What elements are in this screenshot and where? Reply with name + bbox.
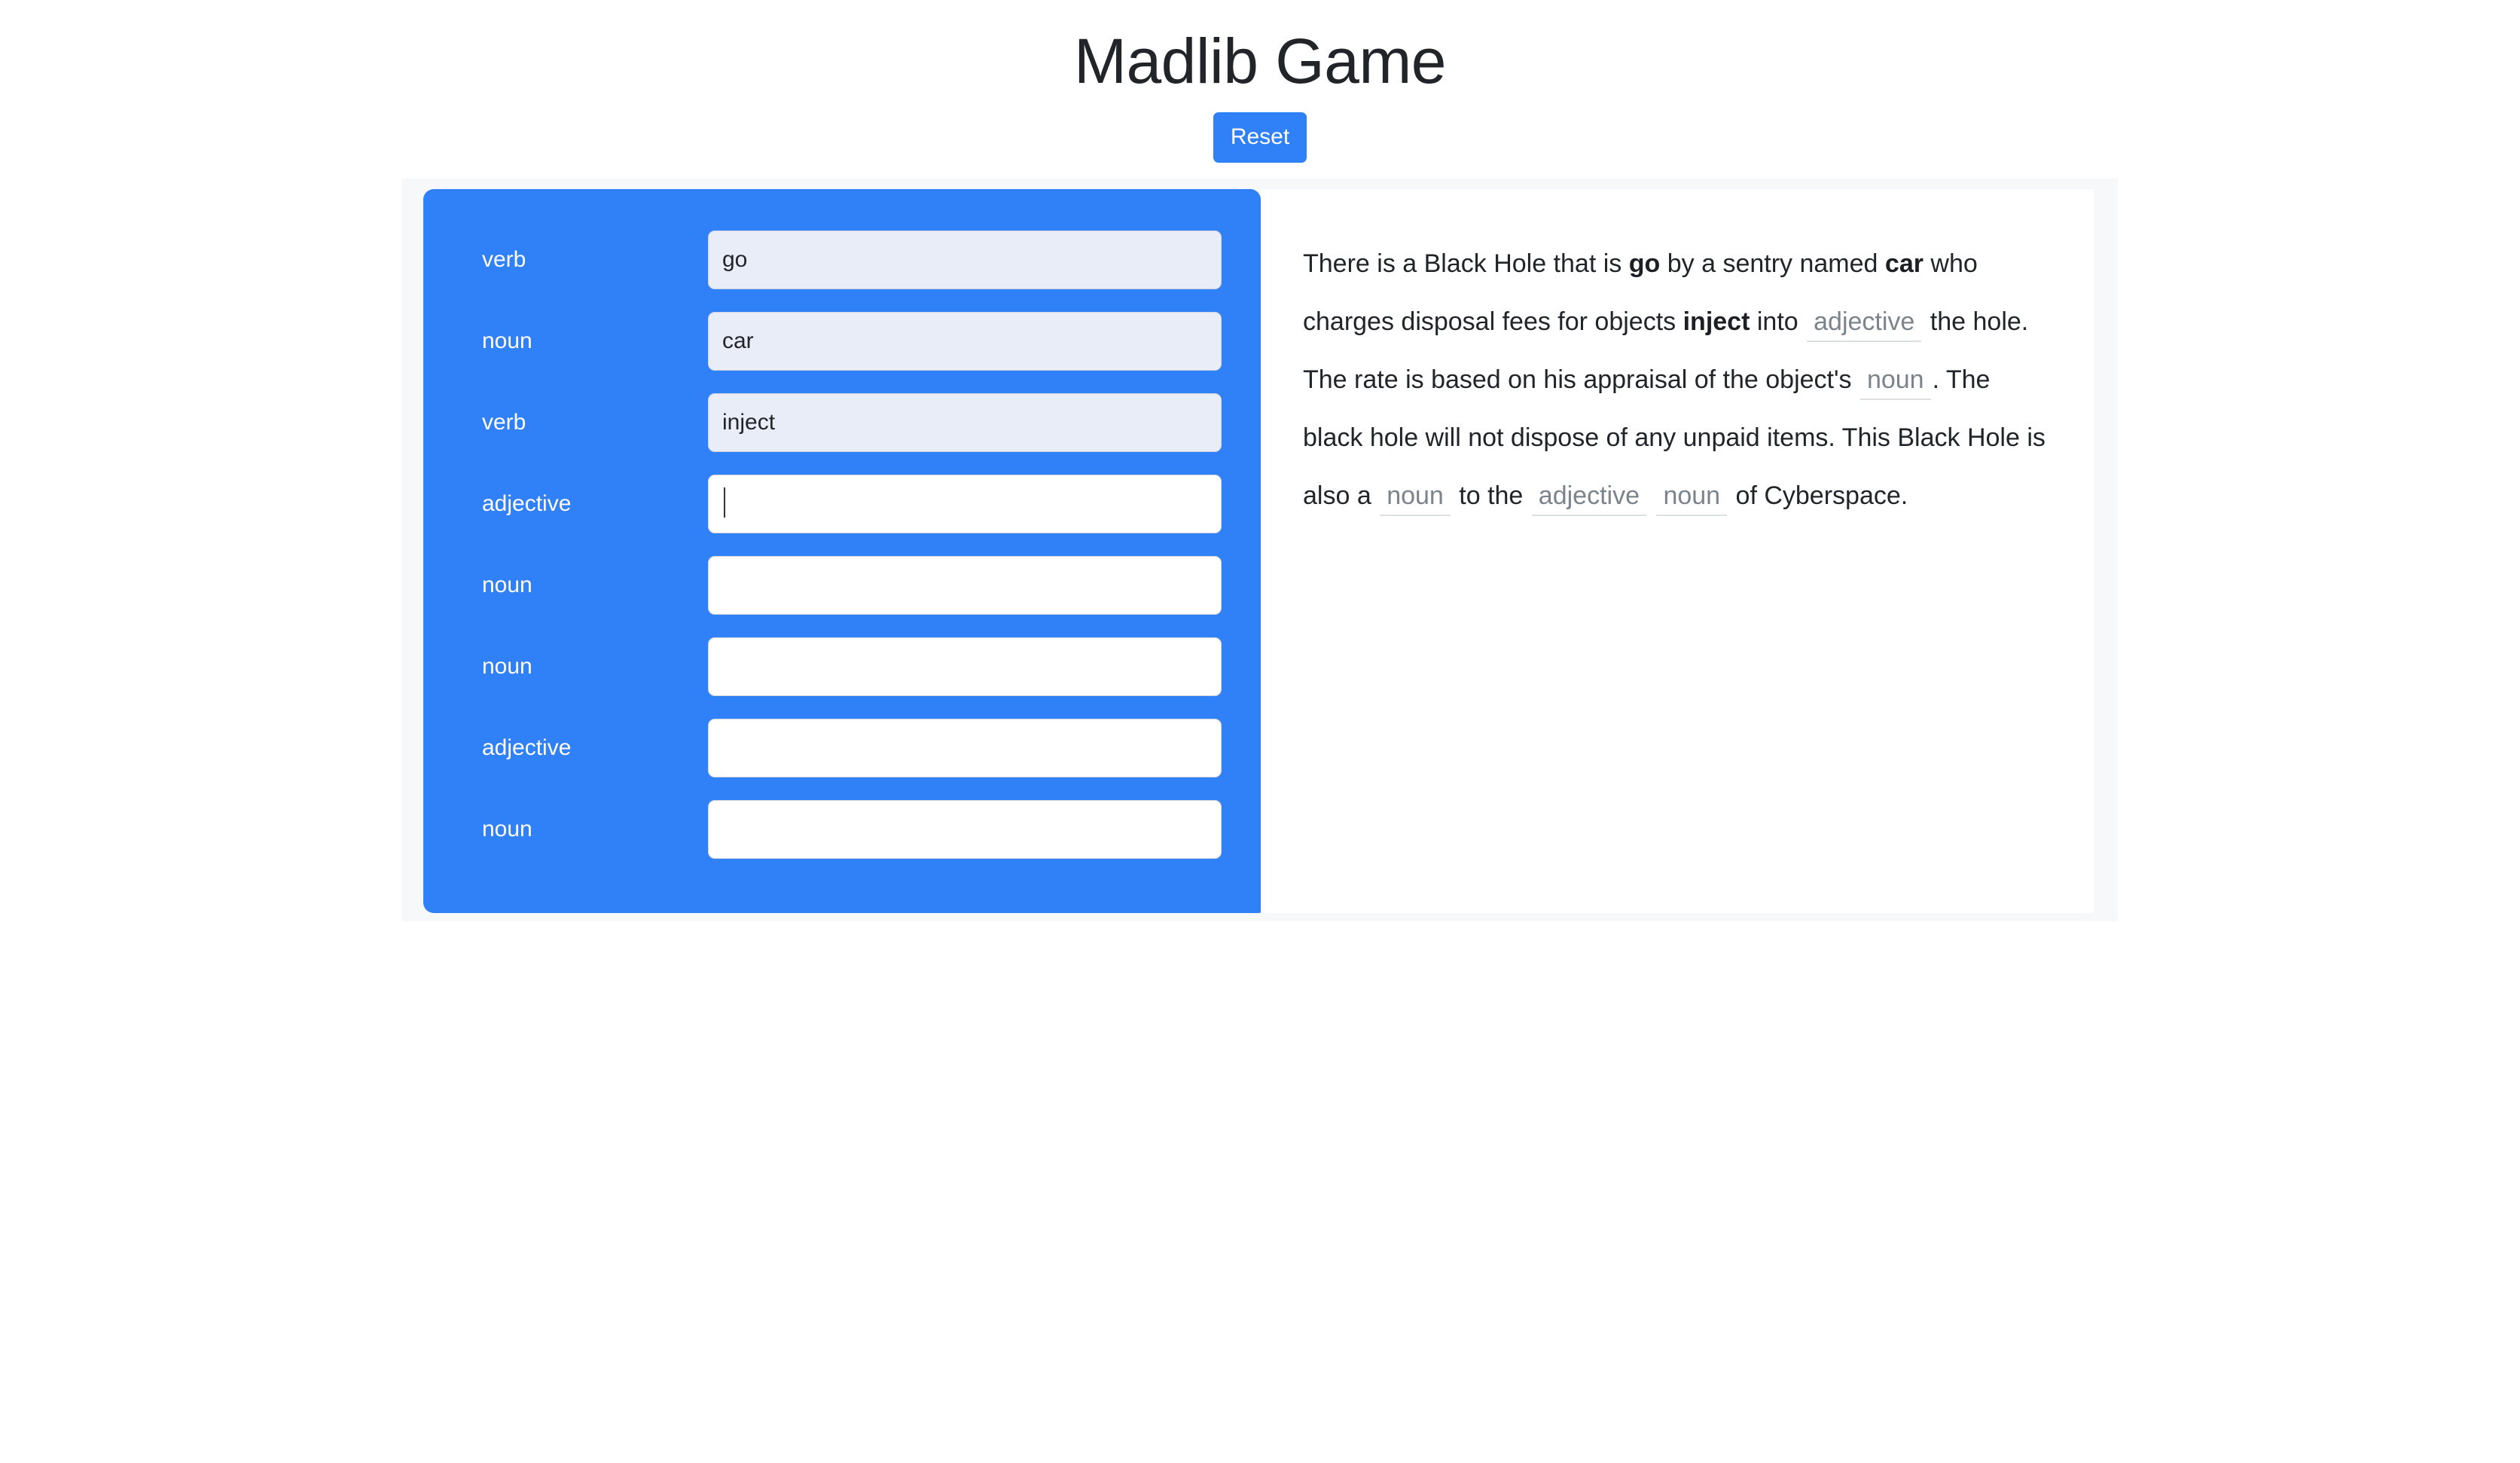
madlib-card-inner: verb noun verb adjective noun noun adjective no… — [423, 189, 2094, 913]
story-static-text: by a sentry named — [1660, 249, 1885, 278]
field-input-wrap — [708, 555, 1222, 615]
field-input-adjective-6[interactable] — [708, 718, 1222, 777]
field-input-noun-7[interactable] — [708, 799, 1222, 859]
field-input-wrap — [708, 637, 1222, 696]
field-input-wrap — [708, 474, 1222, 533]
madlib-card: verb noun verb adjective noun noun adjective no… — [401, 179, 2118, 921]
field-label-verb-2: verb — [482, 409, 526, 435]
story-blank-adjective: adjective — [1531, 478, 1646, 516]
field-input-noun-4[interactable] — [708, 555, 1222, 615]
reset-row: Reset — [0, 111, 2520, 163]
form-row: noun — [482, 307, 1222, 375]
field-input-wrap — [708, 230, 1222, 289]
reset-button[interactable]: Reset — [1213, 111, 1307, 163]
story-static-text: into — [1750, 307, 1806, 336]
field-label-adjective-6: adjective — [482, 735, 572, 760]
field-label-noun-5: noun — [482, 653, 532, 679]
story-static-text: of Cyberspace. — [1728, 481, 1908, 510]
form-row: noun — [482, 551, 1222, 619]
story-text: There is a Black Hole that is go by a se… — [1303, 235, 2052, 525]
form-row: noun — [482, 795, 1222, 863]
field-input-wrap — [708, 799, 1222, 859]
story-panel: There is a Black Hole that is go by a se… — [1261, 189, 2094, 913]
form-row: adjective — [482, 469, 1222, 538]
page-title: Madlib Game — [1073, 26, 1447, 96]
story-filled-word: go — [1628, 249, 1661, 278]
story-filled-word: car — [1884, 249, 1924, 278]
text-caret — [724, 487, 725, 518]
field-label-noun-7: noun — [482, 816, 532, 841]
story-blank-noun: noun — [1380, 478, 1451, 516]
story-blank-adjective: adjective — [1807, 304, 1922, 342]
field-input-wrap — [708, 311, 1222, 371]
field-input-verb-0[interactable] — [708, 230, 1222, 289]
form-row: verb — [482, 388, 1222, 457]
field-label-adjective-3: adjective — [482, 490, 572, 516]
story-filled-word: inject — [1683, 307, 1750, 336]
field-input-verb-2[interactable] — [708, 392, 1222, 452]
story-static-text: to the — [1451, 481, 1530, 510]
story-static-text — [1648, 481, 1655, 510]
form-row: noun — [482, 632, 1222, 701]
field-input-noun-1[interactable] — [708, 311, 1222, 371]
field-input-wrap — [708, 718, 1222, 777]
field-label-verb-0: verb — [482, 246, 526, 272]
story-blank-noun: noun — [1656, 478, 1728, 516]
field-label-noun-1: noun — [482, 328, 532, 353]
field-input-wrap — [708, 392, 1222, 452]
field-input-adjective-3[interactable] — [708, 474, 1222, 533]
field-input-noun-5[interactable] — [708, 637, 1222, 696]
field-label-noun-4: noun — [482, 572, 532, 597]
story-blank-noun: noun — [1859, 362, 1931, 400]
form-row: adjective — [482, 713, 1222, 782]
word-input-panel: verb noun verb adjective noun noun adjective no… — [423, 189, 1261, 913]
form-row: verb — [482, 225, 1222, 294]
story-static-text: There is a Black Hole that is — [1303, 249, 1629, 278]
